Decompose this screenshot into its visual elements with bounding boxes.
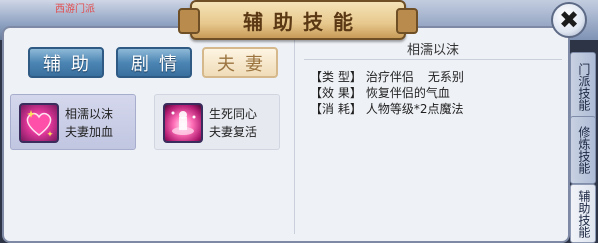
column-divider xyxy=(294,34,295,234)
tab-assist[interactable]: 辅助 xyxy=(28,47,104,78)
skill-item-xiangru[interactable]: 相濡以沫 夫妻加血 xyxy=(10,94,136,150)
skill-panel: 辅助 剧情 夫妻 相濡以沫 夫妻加血 生死同心 夫妻复活 相濡以沫 【类 型】 … xyxy=(2,26,570,243)
detail-cost-label: 【消 耗】 xyxy=(310,102,362,116)
revive-icon xyxy=(163,103,203,143)
detail-type-label: 【类 型】 xyxy=(310,70,362,84)
detail-title-rule xyxy=(304,59,562,60)
detail-row-effect: 【效 果】 恢复伴侣的气血 xyxy=(310,84,450,101)
skill-desc: 夫妻复活 xyxy=(209,125,258,139)
side-tab-school-skills[interactable]: 门派技能 xyxy=(570,52,596,122)
close-icon: ✖ xyxy=(558,6,580,34)
background-text: 西游门派 xyxy=(55,4,95,15)
skill-list-column: 辅助 剧情 夫妻 相濡以沫 夫妻加血 生死同心 夫妻复活 xyxy=(4,28,294,241)
detail-cost-value: 人物等级*2点魔法 xyxy=(365,102,464,116)
detail-type-value: 治疗伴侣 xyxy=(365,70,414,84)
detail-row-cost: 【消 耗】 人物等级*2点魔法 xyxy=(310,100,463,117)
detail-type-extra: 无系别 xyxy=(427,70,464,84)
detail-row-type: 【类 型】 治疗伴侣 无系别 xyxy=(310,68,464,85)
tab-couple[interactable]: 夫妻 xyxy=(202,47,278,78)
heart-icon xyxy=(19,103,59,143)
detail-title: 相濡以沫 xyxy=(406,43,459,58)
detail-effect-label: 【效 果】 xyxy=(310,86,362,100)
side-tab-assist-skills[interactable]: 辅助技能 xyxy=(570,184,596,243)
side-tab-cultivation-skills[interactable]: 修炼技能 xyxy=(570,116,596,184)
window-title: 辅助技能 xyxy=(243,9,363,34)
skill-item-shengsi[interactable]: 生死同心 夫妻复活 xyxy=(154,94,280,150)
skill-desc: 夫妻加血 xyxy=(65,125,114,139)
tab-story[interactable]: 剧情 xyxy=(116,47,192,78)
skill-name: 相濡以沫 xyxy=(65,107,114,121)
detail-effect-value: 恢复伴侣的气血 xyxy=(365,86,450,100)
window-title-plate: 辅助技能 xyxy=(178,0,418,40)
close-button[interactable]: ✖ xyxy=(551,2,587,38)
skill-name: 生死同心 xyxy=(209,107,258,121)
